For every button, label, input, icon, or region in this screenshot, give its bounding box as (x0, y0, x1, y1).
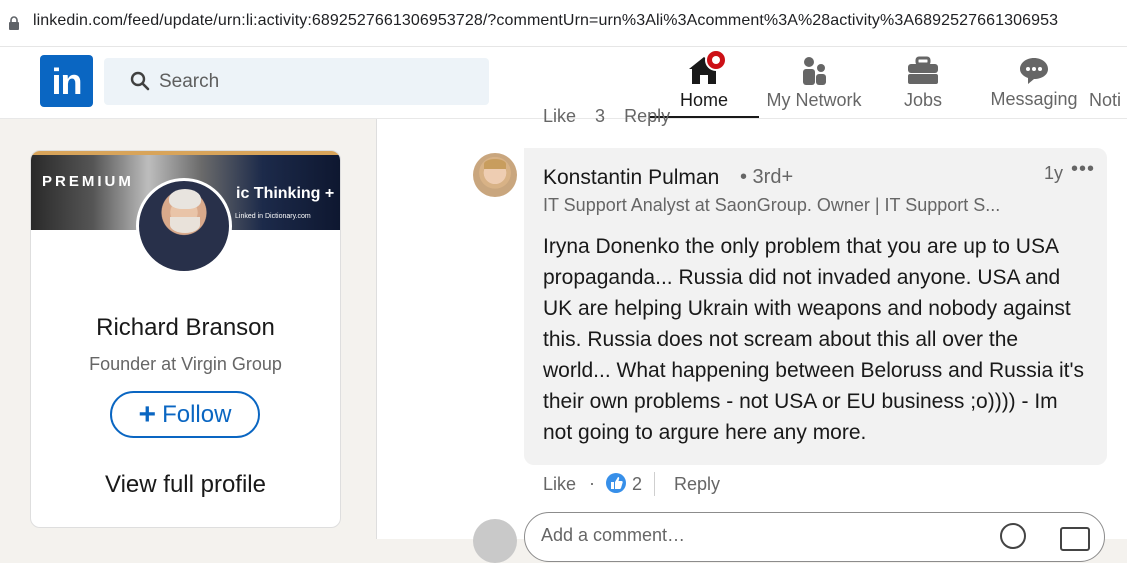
premium-label: PREMIUM (42, 173, 134, 190)
chat-icon (1020, 58, 1048, 84)
thumbs-up-reaction-icon[interactable] (605, 472, 627, 494)
my-avatar (473, 519, 517, 563)
commenter-avatar[interactable] (473, 153, 517, 197)
plus-icon: + (138, 398, 157, 431)
previous-like-button[interactable]: Like (543, 106, 576, 126)
commenter-headline: IT Support Analyst at SaonGroup. Owner |… (543, 195, 1001, 215)
previous-comment-actions: Like 3 Reply (543, 106, 684, 127)
previous-reply-button[interactable]: Reply (624, 106, 670, 126)
previous-reaction-count[interactable]: 3 (595, 106, 605, 126)
browser-address-bar[interactable]: linkedin.com/feed/update/urn:li:activity… (0, 0, 1127, 47)
reaction-count[interactable]: 2 (632, 474, 642, 495)
nav-jobs[interactable]: Jobs (885, 47, 961, 118)
image-icon[interactable] (1060, 527, 1090, 551)
search-input[interactable]: Search (104, 58, 489, 105)
add-comment-placeholder: Add a comment… (541, 525, 686, 545)
nav-my-network-label: My Network (766, 90, 862, 110)
connection-degree: • 3rd+ (740, 166, 794, 188)
profile-card: PREMIUM ic Thinking + Linked in Dictiona… (30, 150, 341, 528)
banner-small-text: Linked in Dictionary.com (235, 213, 311, 220)
follow-button[interactable]: + Follow (110, 391, 260, 438)
profile-name[interactable]: Richard Branson (31, 314, 340, 342)
lock-icon (9, 16, 19, 30)
add-comment-input[interactable]: Add a comment… (524, 512, 1105, 562)
nav-messaging-label: Messaging (990, 89, 1078, 109)
comment-timestamp: 1y (1044, 163, 1064, 183)
separator-dot: · (589, 473, 595, 493)
url-text[interactable]: linkedin.com/feed/update/urn:li:activity… (33, 12, 1058, 30)
emoji-icon[interactable] (1000, 523, 1026, 549)
view-full-profile-link[interactable]: View full profile (31, 471, 340, 499)
commenter-name[interactable]: Konstantin Pulman (543, 166, 719, 190)
more-options-icon[interactable]: ••• (1071, 158, 1095, 181)
comment-text: Iryna Donenko the only problem that you … (543, 235, 1084, 444)
nav-my-network[interactable]: My Network (760, 47, 868, 118)
search-icon (130, 71, 150, 91)
nav-notifications[interactable]: Noti (1089, 47, 1127, 118)
nav-notifications-label: Noti (1089, 90, 1122, 110)
action-divider (654, 472, 655, 496)
nav-messaging[interactable]: Messaging (985, 47, 1083, 118)
profile-title: Founder at Virgin Group (89, 354, 282, 374)
linkedin-logo[interactable]: in (40, 55, 93, 107)
briefcase-icon (908, 56, 938, 84)
reply-button[interactable]: Reply (674, 474, 720, 495)
like-button[interactable]: Like (543, 474, 576, 495)
comment-bubble: Konstantin Pulman • 3rd+ 1y ••• IT Suppo… (524, 148, 1107, 465)
people-icon (803, 57, 826, 85)
follow-label: Follow (162, 401, 232, 428)
nav-jobs-label: Jobs (903, 90, 943, 110)
banner-text: ic Thinking + (236, 185, 335, 202)
profile-avatar[interactable] (136, 178, 232, 274)
search-placeholder: Search (159, 71, 220, 92)
notification-badge (705, 49, 727, 71)
